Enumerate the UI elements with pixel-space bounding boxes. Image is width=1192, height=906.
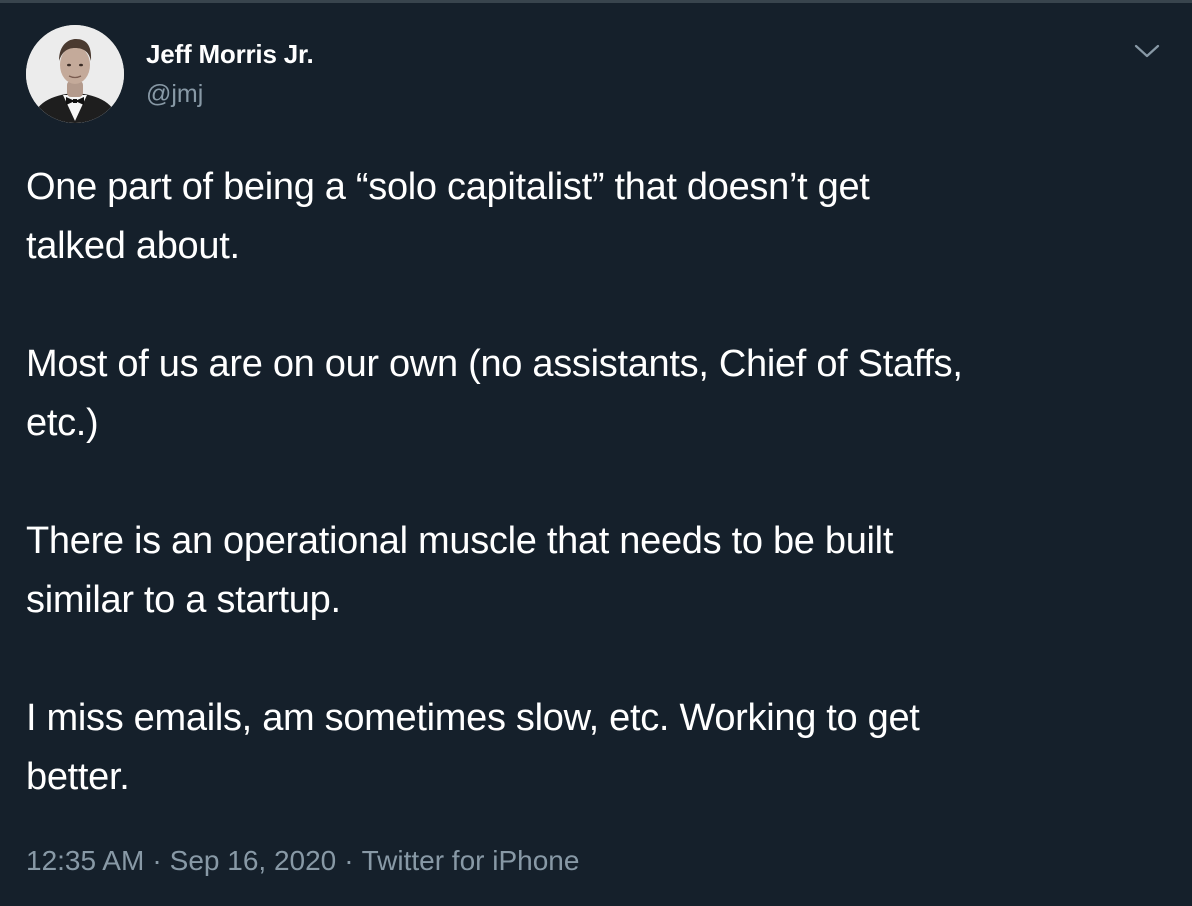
tweet-source-link[interactable]: Twitter for iPhone: [362, 845, 580, 876]
avatar[interactable]: [26, 25, 124, 123]
tweet-paragraph: I miss emails, am sometimes slow, etc. W…: [26, 697, 920, 798]
author-display-name[interactable]: Jeff Morris Jr.: [146, 39, 314, 70]
tweet-time: 12:35 AM: [26, 845, 145, 876]
tweet-timestamp-link[interactable]: 12:35 AM · Sep 16, 2020: [26, 845, 336, 876]
meta-separator: ·: [152, 845, 162, 876]
tweet-text: One part of being a “solo capitalist” th…: [26, 158, 1166, 807]
chevron-down-icon[interactable]: [1130, 37, 1164, 65]
tweet-paragraph: One part of being a “solo capitalist” th…: [26, 166, 870, 267]
tweet-paragraph: Most of us are on our own (no assistants…: [26, 343, 963, 444]
tweet-paragraph: There is an operational muscle that need…: [26, 520, 894, 621]
author-handle[interactable]: @jmj: [146, 80, 203, 109]
tweet-card: Jeff Morris Jr. @jmj One part of being a…: [0, 3, 1192, 906]
tweet-metadata: 12:35 AM · Sep 16, 2020 · Twitter for iPhone: [26, 845, 579, 877]
tweet-date: Sep 16, 2020: [169, 845, 337, 876]
meta-separator: ·: [344, 845, 354, 876]
